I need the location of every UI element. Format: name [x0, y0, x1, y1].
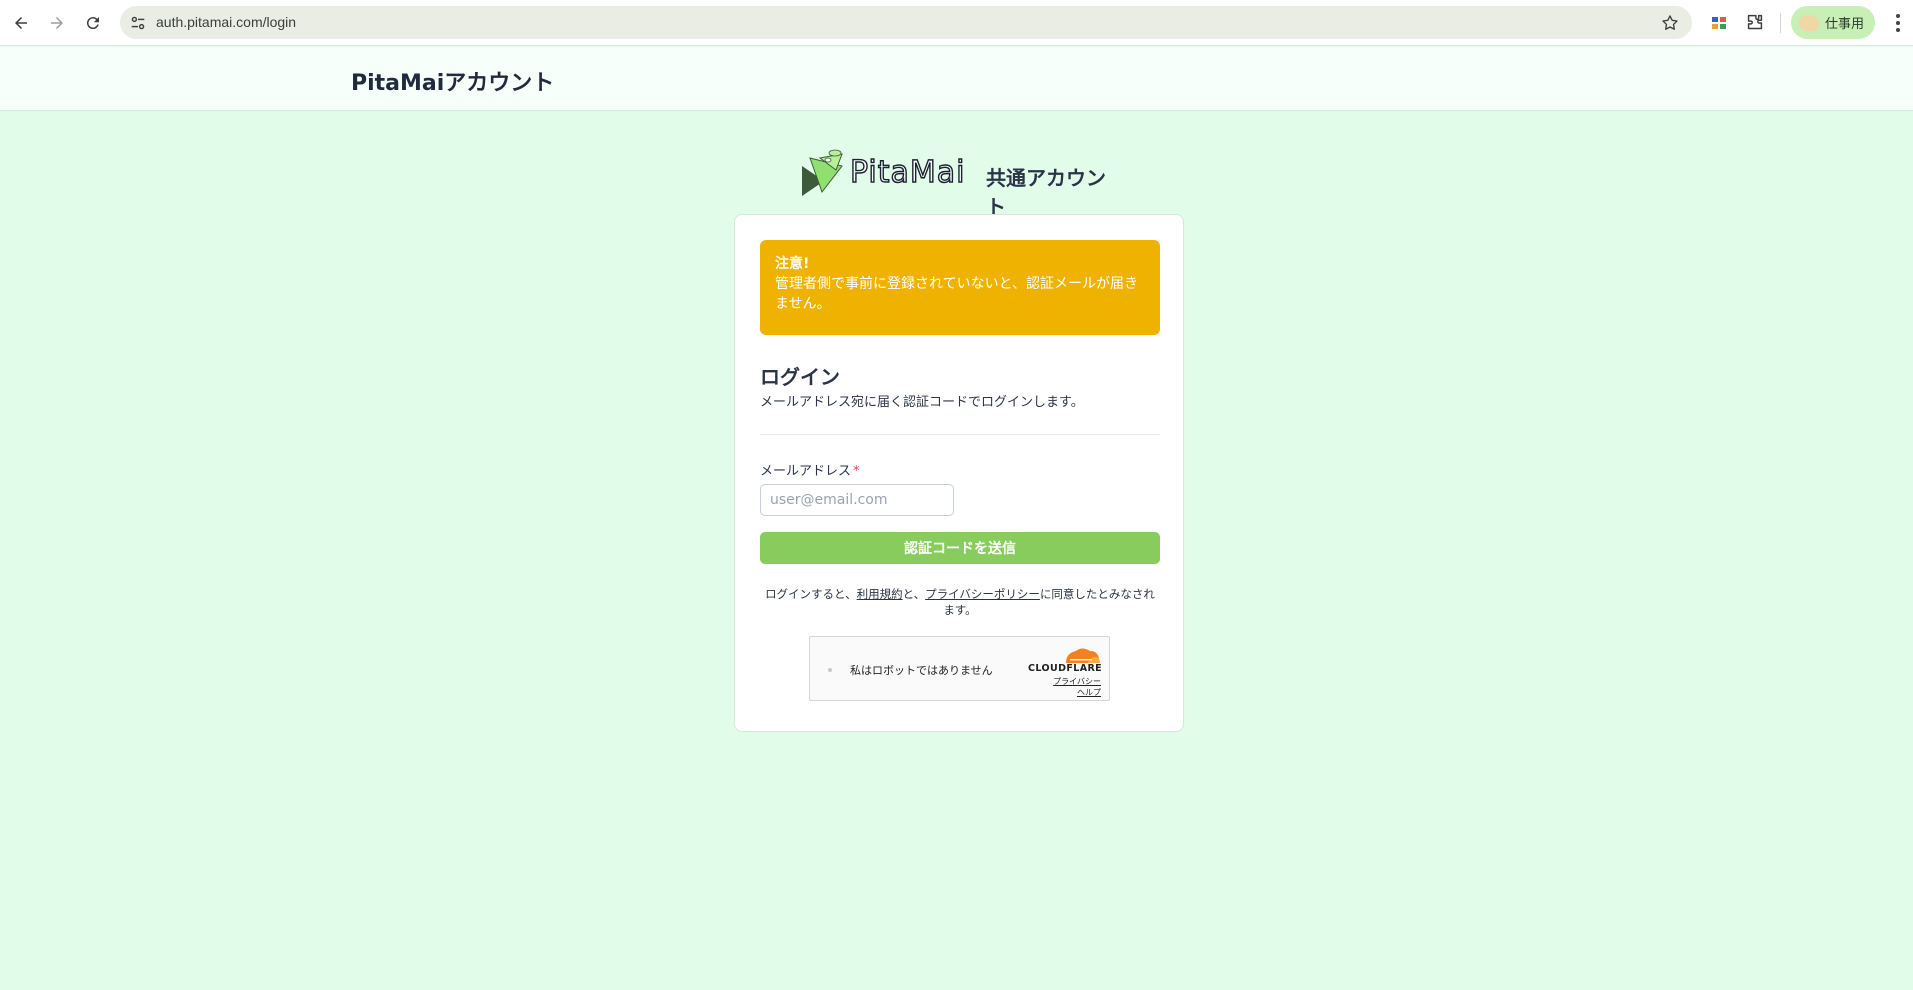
profile-avatar-icon	[1799, 14, 1819, 31]
extension-plaud-icon[interactable]	[1708, 12, 1730, 34]
notice-banner: 注意! 管理者側で事前に登録されていないと、認証メールが届きません。	[760, 240, 1160, 335]
terms-middle: と、	[902, 587, 926, 601]
login-card: 注意! 管理者側で事前に登録されていないと、認証メールが届きません。 ログイン …	[734, 214, 1184, 732]
logo-wordmark: PitaMai	[850, 155, 966, 190]
address-bar[interactable]: auth.pitamai.com/login	[120, 6, 1692, 39]
turnstile-widget[interactable]: 私はロボットではありません CLOUDFLARE プライバシー ヘルプ	[809, 636, 1110, 701]
cloudflare-wordmark: CLOUDFLARE	[1028, 663, 1103, 674]
required-mark: *	[853, 464, 860, 479]
browser-menu-icon[interactable]	[1890, 12, 1906, 34]
browser-toolbar: auth.pitamai.com/login 仕事用	[0, 0, 1913, 46]
arrow-right-icon	[51, 17, 63, 29]
notice-title: 注意!	[775, 256, 810, 272]
privacy-policy-link[interactable]: プライバシーポリシー	[925, 587, 1040, 601]
notice-message: 管理者側で事前に登録されていないと、認証メールが届きません。	[775, 276, 1139, 312]
site-settings-icon[interactable]	[128, 13, 148, 33]
captcha-help-link[interactable]: ヘルプ	[1077, 687, 1101, 698]
url-text[interactable]: auth.pitamai.com/login	[156, 14, 296, 30]
back-button[interactable]	[3, 5, 39, 41]
terms-of-use-link[interactable]: 利用規約	[857, 587, 903, 601]
email-input[interactable]	[760, 484, 954, 516]
divider	[760, 434, 1160, 435]
send-code-button[interactable]: 認証コードを送信	[760, 532, 1160, 564]
brand: PitaMai 共通アカウント	[800, 148, 1120, 219]
toolbar-separator	[1780, 13, 1781, 33]
extensions-puzzle-icon[interactable]	[1744, 12, 1766, 34]
profile-label: 仕事用	[1825, 17, 1865, 32]
reload-icon	[86, 17, 99, 30]
profile-button[interactable]: 仕事用	[1791, 6, 1875, 39]
arrow-left-icon	[15, 17, 27, 29]
reload-button[interactable]	[75, 5, 111, 41]
captcha-label: 私はロボットではありません	[850, 664, 993, 677]
captcha-checkbox[interactable]	[828, 668, 832, 672]
bookmark-star-icon[interactable]	[1660, 13, 1680, 33]
login-title: ログイン	[760, 365, 840, 389]
app-header: PitaMaiアカウント	[0, 47, 1913, 111]
forward-button[interactable]	[39, 5, 75, 41]
terms-text: ログインすると、利用規約と、プライバシーポリシーに同意したとみなされます。	[760, 586, 1160, 618]
login-subtitle: メールアドレス宛に届く認証コードでログインします。	[760, 395, 1084, 410]
brand-subtitle: 共通アカウント	[986, 166, 1106, 219]
header-title[interactable]: PitaMaiアカウント	[351, 65, 554, 97]
email-label: メールアドレス *	[760, 460, 860, 479]
pitamai-logo-icon: PitaMai	[802, 149, 966, 196]
email-label-text: メールアドレス	[760, 464, 852, 479]
terms-prefix: ログインすると、	[765, 587, 857, 601]
captcha-privacy-link[interactable]: プライバシー	[1053, 676, 1101, 687]
